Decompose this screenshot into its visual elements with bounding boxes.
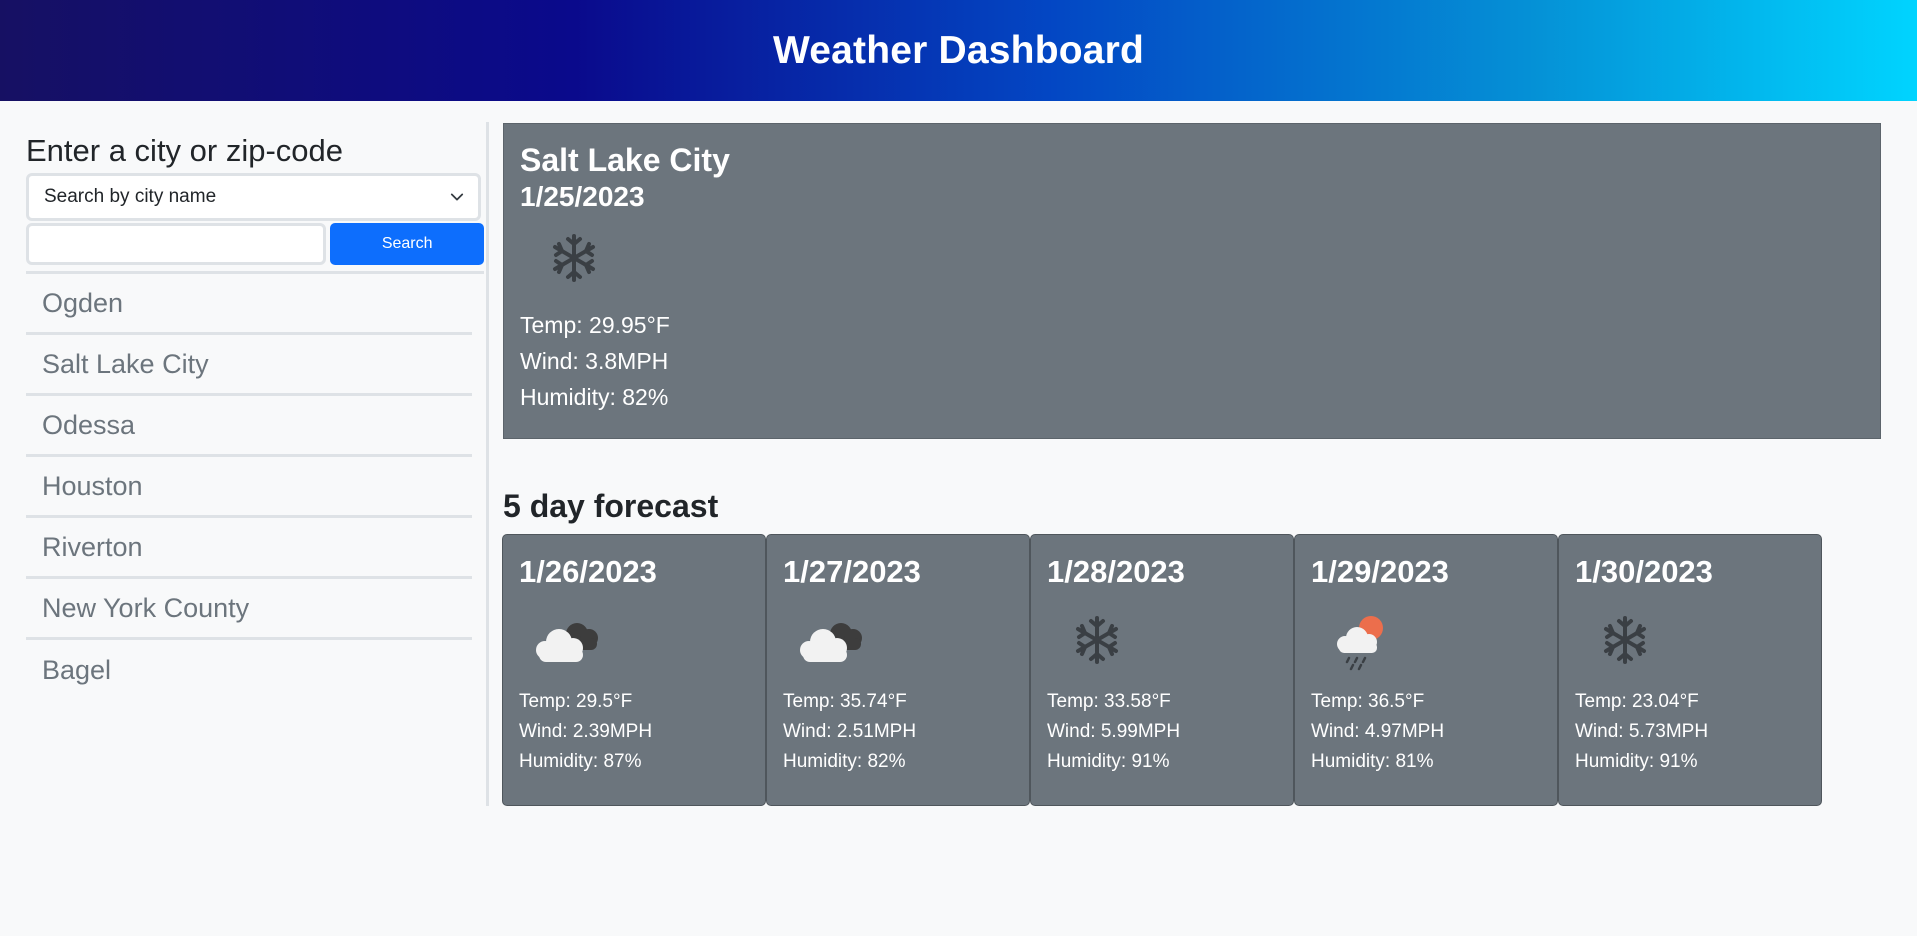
forecast-date: 1/29/2023	[1311, 554, 1449, 589]
search-heading: Enter a city or zip-code	[26, 133, 344, 168]
history-item[interactable]: Houston	[26, 457, 472, 519]
forecast-temp: Temp: 35.74°F	[783, 691, 907, 713]
search-type-select[interactable]: Search by city name	[26, 173, 481, 222]
page-title: Weather Dashboard	[772, 28, 1145, 72]
forecast-date: 1/26/2023	[519, 554, 657, 589]
forecast-wind: Wind: 4.97MPH	[1311, 721, 1445, 743]
forecast-stats: Temp: 36.5°F Wind: 4.97MPH Humidity: 81%	[1311, 687, 1541, 777]
forecast-card: 1/29/2023 Temp: 36.5°F Wind: 4.97MPH Hum…	[1294, 534, 1558, 806]
history-item[interactable]: Bagel	[26, 640, 472, 702]
forecast-humidity: Humidity: 82%	[783, 751, 906, 773]
search-type-selected: Search by city name	[44, 186, 217, 208]
forecast-temp: Temp: 36.5°F	[1311, 691, 1425, 713]
forecast-card: 1/26/2023 Temp: 29.5°F Wind: 2.39MPH Hum…	[502, 534, 766, 806]
sidebar: Enter a city or zip-code Search by city …	[26, 122, 484, 806]
forecast-wind: Wind: 2.51MPH	[783, 721, 917, 743]
clouds-icon	[800, 623, 862, 663]
snow-icon	[553, 233, 595, 282]
forecast-humidity: Humidity: 91%	[1575, 751, 1698, 773]
forecast-temp: Temp: 23.04°F	[1575, 691, 1699, 713]
search-button[interactable]: Search	[330, 223, 484, 266]
forecast-temp: Temp: 33.58°F	[1047, 691, 1171, 713]
forecast-wind: Wind: 5.73MPH	[1575, 721, 1709, 743]
snow-icon	[1604, 616, 1646, 665]
search-history-list: Ogden Salt Lake City Odessa Houston Rive…	[26, 274, 472, 702]
current-humidity: Humidity: 82%	[520, 383, 669, 410]
history-item[interactable]: Odessa	[26, 396, 472, 458]
current-city: Salt Lake City	[520, 142, 730, 178]
forecast-row: 1/26/2023 Temp: 29.5°F Wind: 2.39MPH Hum…	[502, 534, 1822, 806]
current-stats: Temp: 29.95°F Wind: 3.8MPH Humidity: 82%	[520, 307, 1864, 415]
forecast-date: 1/30/2023	[1575, 554, 1713, 589]
forecast-card: 1/27/2023 Temp: 35.74°F Wind: 2.51MPH Hu…	[766, 534, 1030, 806]
app-header: Weather Dashboard	[0, 0, 1917, 101]
forecast-stats: Temp: 23.04°F Wind: 5.73MPH Humidity: 91…	[1575, 687, 1805, 777]
forecast-stats: Temp: 29.5°F Wind: 2.39MPH Humidity: 87%	[519, 687, 749, 777]
forecast-card: 1/28/2023 Temp: 33.58°F Wind: 5.99MPH Hu…	[1030, 534, 1294, 806]
history-item[interactable]: Ogden	[26, 274, 472, 336]
forecast-wind: Wind: 2.39MPH	[519, 721, 653, 743]
forecast-temp: Temp: 29.5°F	[519, 691, 633, 713]
current-wind: Wind: 3.8MPH	[520, 347, 669, 374]
forecast-date: 1/27/2023	[783, 554, 921, 589]
sidebar-divider	[486, 122, 489, 806]
rain-sun-icon	[1337, 616, 1383, 671]
forecast-stats: Temp: 35.74°F Wind: 2.51MPH Humidity: 82…	[783, 687, 1013, 777]
forecast-heading: 5 day forecast	[503, 488, 719, 524]
history-item[interactable]: New York County	[26, 579, 472, 641]
forecast-date: 1/28/2023	[1047, 554, 1185, 589]
forecast-wind: Wind: 5.99MPH	[1047, 721, 1181, 743]
current-temp: Temp: 29.95°F	[520, 311, 670, 338]
forecast-humidity: Humidity: 81%	[1311, 751, 1434, 773]
search-row: Search	[26, 223, 484, 266]
history-item[interactable]: Salt Lake City	[26, 335, 472, 397]
current-weather-card: Salt Lake City 1/25/2023 Temp: 29.95°F W…	[503, 123, 1881, 439]
forecast-card: 1/30/2023 Temp: 23.04°F Wind: 5.73MPH Hu…	[1558, 534, 1822, 806]
forecast-humidity: Humidity: 91%	[1047, 751, 1170, 773]
history-item[interactable]: Riverton	[26, 518, 472, 580]
clouds-icon	[536, 623, 598, 663]
chevron-down-icon	[450, 193, 464, 201]
forecast-stats: Temp: 33.58°F Wind: 5.99MPH Humidity: 91…	[1047, 687, 1277, 777]
current-date: 1/25/2023	[520, 181, 645, 212]
forecast-humidity: Humidity: 87%	[519, 751, 642, 773]
snow-icon	[1076, 616, 1118, 665]
search-input[interactable]	[26, 223, 327, 266]
